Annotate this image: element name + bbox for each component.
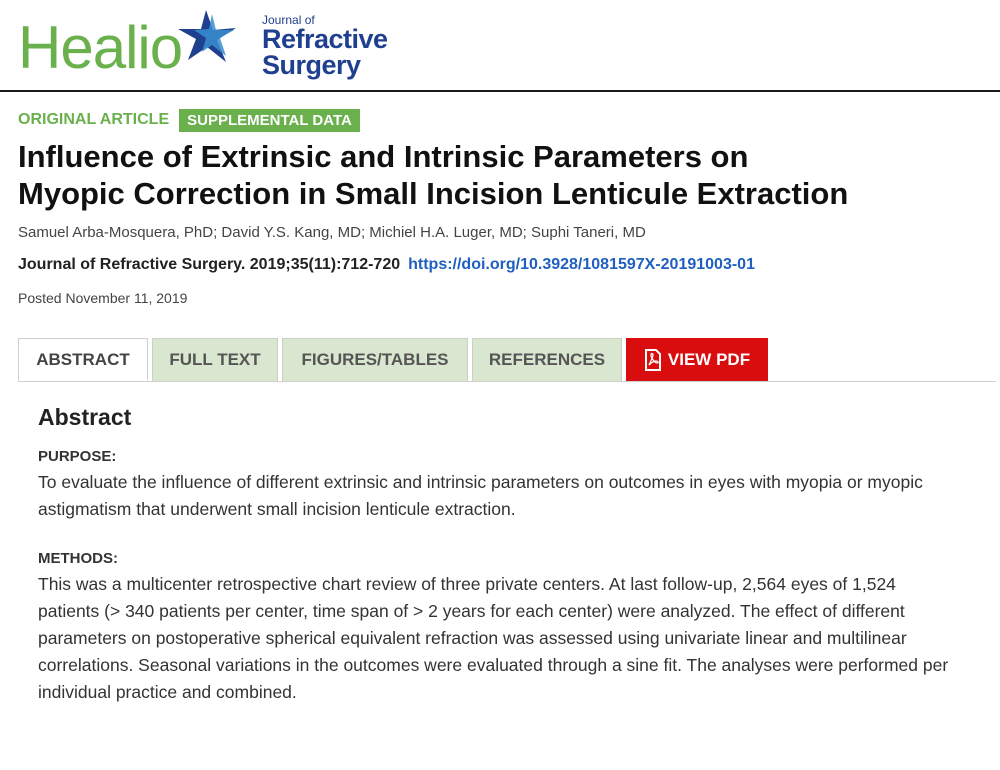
purpose-text: To evaluate the influence of different e… xyxy=(38,472,923,519)
abstract-section: Abstract PURPOSE: To evaluate the influe… xyxy=(38,404,958,733)
article-tags: ORIGINAL ARTICLE SUPPLEMENTAL DATA xyxy=(18,108,360,132)
methods-label: METHODS: xyxy=(38,550,118,567)
tab-abstract[interactable]: ABSTRACT xyxy=(18,338,148,381)
article-tabs: ABSTRACT FULL TEXT FIGURES/TABLES REFERE… xyxy=(18,338,772,381)
journal-logo[interactable]: Journal of Refractive Surgery xyxy=(262,14,388,80)
journal-name-line2: Surgery xyxy=(262,50,361,80)
healio-logo[interactable]: Healio xyxy=(18,18,183,78)
article-type-label: ORIGINAL ARTICLE xyxy=(18,111,170,128)
title-line-1: Influence of Extrinsic and Intrinsic Par… xyxy=(18,139,749,174)
site-header: Healio Journal of Refractive Surgery xyxy=(0,0,1000,92)
view-pdf-button[interactable]: VIEW PDF xyxy=(626,338,768,381)
journal-name-line1: Refractive xyxy=(262,24,388,54)
supplemental-data-badge[interactable]: SUPPLEMENTAL DATA xyxy=(179,108,360,132)
citation-text: Journal of Refractive Surgery. 2019;35(1… xyxy=(18,256,401,273)
abstract-heading: Abstract xyxy=(38,404,132,430)
star-logo-icon xyxy=(178,10,236,62)
tab-full-text[interactable]: FULL TEXT xyxy=(152,338,278,381)
article-title: Influence of Extrinsic and Intrinsic Par… xyxy=(18,138,988,212)
view-pdf-label: VIEW PDF xyxy=(667,349,751,369)
methods-text: This was a multicenter retrospective cha… xyxy=(38,574,949,702)
tab-references[interactable]: REFERENCES xyxy=(472,338,622,381)
tab-figures-tables[interactable]: FIGURES/TABLES xyxy=(282,338,468,381)
posted-date: Posted November 11, 2019 xyxy=(18,290,188,306)
pdf-icon xyxy=(644,348,661,371)
title-line-2: Myopic Correction in Small Incision Lent… xyxy=(18,176,849,211)
author-list: Samuel Arba-Mosquera, PhD; David Y.S. Ka… xyxy=(18,224,646,241)
doi-link[interactable]: https://doi.org/10.3928/1081597X-2019100… xyxy=(408,256,755,273)
citation: Journal of Refractive Surgery. 2019;35(1… xyxy=(18,256,755,274)
purpose-label: PURPOSE: xyxy=(38,448,117,465)
tab-divider xyxy=(18,381,996,382)
